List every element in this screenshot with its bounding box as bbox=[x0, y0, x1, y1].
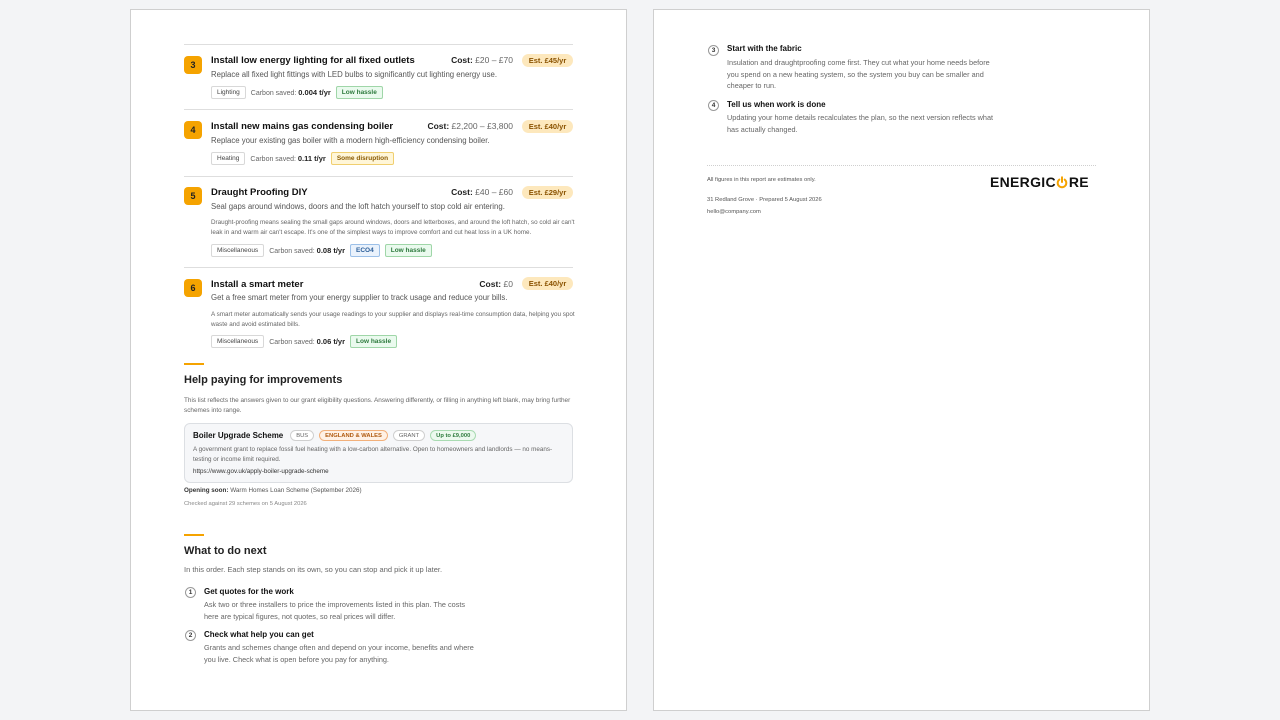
carbon-saved: Carbon saved: 0.06 t/yr bbox=[269, 337, 346, 346]
step-number: 2 bbox=[185, 630, 196, 641]
hassle-tag: Low hassle bbox=[384, 244, 432, 257]
carbon-saved: Carbon saved: 0.004 t/yr bbox=[250, 88, 331, 97]
measure-tags: Miscellaneous Carbon saved: 0.06 t/yr Lo… bbox=[211, 335, 398, 348]
section-heading: Help paying for improvements bbox=[184, 374, 343, 386]
measure-description: Replace your existing gas boiler with a … bbox=[211, 136, 490, 145]
hassle-tag: Some disruption bbox=[330, 152, 395, 165]
measure-title: Install new mains gas condensing boiler bbox=[211, 121, 394, 132]
category-tag: Lighting bbox=[211, 86, 246, 99]
scheme-code-chip: BUS bbox=[290, 430, 315, 441]
scheme-type-chip: GRANT bbox=[392, 430, 426, 441]
measure-tags: Miscellaneous Carbon saved: 0.08 t/yr EC… bbox=[211, 244, 432, 257]
scheme-description: A government grant to replace fossil fue… bbox=[193, 446, 553, 463]
scheme-region-chip: ENGLAND & WALES bbox=[319, 430, 388, 441]
measure-description: Get a free smart meter from your energy … bbox=[211, 293, 508, 302]
opening-soon: Opening soon: Warm Homes Loan Scheme (Se… bbox=[184, 487, 362, 494]
company-logo: ENERGIC RE bbox=[990, 174, 1089, 190]
step-title: Tell us when work is done bbox=[727, 100, 826, 109]
measure-tags: Lighting Carbon saved: 0.004 t/yr Low ha… bbox=[211, 86, 383, 99]
measure-cost: Cost: £2,200 – £3,800 bbox=[427, 121, 513, 131]
measure-divider bbox=[184, 267, 573, 268]
footer-email: hello@company.com bbox=[707, 209, 761, 215]
carbon-saved: Carbon saved: 0.11 t/yr bbox=[250, 154, 326, 163]
measure-number-badge: 3 bbox=[184, 56, 202, 74]
step-title: Check what help you can get bbox=[204, 630, 314, 639]
step-number: 3 bbox=[708, 45, 719, 56]
scheme-header: Boiler Upgrade Scheme BUS ENGLAND & WALE… bbox=[193, 430, 477, 441]
scheme-name: Boiler Upgrade Scheme bbox=[193, 431, 284, 440]
measure-title: Install low energy lighting for all fixe… bbox=[211, 55, 415, 66]
estimated-saving-badge: Est. £40/yr bbox=[522, 120, 573, 133]
step-number: 1 bbox=[185, 587, 196, 598]
power-icon bbox=[1056, 175, 1068, 189]
estimated-saving-badge: Est. £45/yr bbox=[522, 54, 573, 67]
measure-cost: Cost: £40 – £60 bbox=[451, 187, 513, 197]
report-page-1: 3 Install low energy lighting for all fi… bbox=[130, 9, 627, 711]
measure-detail: A smart meter automatically sends your u… bbox=[211, 311, 575, 328]
step-number: 4 bbox=[708, 100, 719, 111]
section-accent-line bbox=[184, 534, 204, 536]
measure-tags: Heating Carbon saved: 0.11 t/yr Some dis… bbox=[211, 152, 395, 165]
measure-number-badge: 6 bbox=[184, 279, 202, 297]
measure-title: Draught Proofing DIY bbox=[211, 187, 308, 198]
footer-address: 31 Redland Grove · Prepared 5 August 202… bbox=[707, 197, 822, 203]
category-tag: Heating bbox=[211, 152, 246, 165]
step-title: Get quotes for the work bbox=[204, 587, 294, 596]
category-tag: Miscellaneous bbox=[211, 335, 265, 348]
section-heading: What to do next bbox=[184, 545, 267, 557]
measure-number-badge: 4 bbox=[184, 121, 202, 139]
scheme-amount-chip: Up to £9,000 bbox=[430, 430, 477, 441]
measure-detail: Draught-proofing means sealing the small… bbox=[211, 219, 575, 236]
section-intro: This list reflects the answers given to … bbox=[184, 397, 571, 414]
scheme-link[interactable]: https://www.gov.uk/apply-boiler-upgrade-… bbox=[193, 468, 329, 475]
cost-value: £20 – £70 bbox=[475, 55, 513, 65]
hassle-tag: Low hassle bbox=[350, 335, 398, 348]
measure-cost: Cost: £0 bbox=[479, 279, 513, 289]
measure-divider bbox=[184, 44, 573, 45]
measure-cost: Cost: £20 – £70 bbox=[451, 55, 513, 65]
step-title: Start with the fabric bbox=[727, 44, 802, 53]
measure-divider bbox=[184, 109, 573, 110]
measure-description: Replace all fixed light fittings with LE… bbox=[211, 70, 498, 79]
estimated-saving-badge: Est. £40/yr bbox=[522, 277, 573, 290]
estimated-saving-badge: Est. £29/yr bbox=[522, 186, 573, 199]
scheme-tag: ECO4 bbox=[350, 244, 380, 257]
cost-label: Cost: bbox=[451, 55, 473, 65]
footer-divider bbox=[707, 165, 1096, 166]
category-tag: Miscellaneous bbox=[211, 244, 265, 257]
report-page-2: 3 Start with the fabric Insulation and d… bbox=[653, 9, 1150, 711]
schemes-checked-note: Checked against 29 schemes on 5 August 2… bbox=[184, 501, 307, 507]
measure-title: Install a smart meter bbox=[211, 279, 304, 290]
carbon-saved: Carbon saved: 0.08 t/yr bbox=[269, 246, 346, 255]
section-intro: In this order. Each step stands on its o… bbox=[184, 565, 443, 574]
step-body: Insulation and draughtproofing come firs… bbox=[727, 58, 990, 90]
measure-description: Seal gaps around windows, doors and the … bbox=[211, 202, 505, 211]
measure-divider bbox=[184, 176, 573, 177]
step-body: Ask two or three installers to price the… bbox=[204, 600, 466, 621]
footer-disclaimer: All figures in this report are estimates… bbox=[707, 177, 816, 183]
hassle-tag: Low hassle bbox=[335, 86, 383, 99]
section-accent-line bbox=[184, 363, 204, 365]
step-body: Updating your home details recalculates … bbox=[727, 113, 994, 134]
measure-number-badge: 5 bbox=[184, 187, 202, 205]
scheme-card: Boiler Upgrade Scheme BUS ENGLAND & WALE… bbox=[184, 423, 573, 483]
step-body: Grants and schemes change often and depe… bbox=[204, 643, 474, 664]
